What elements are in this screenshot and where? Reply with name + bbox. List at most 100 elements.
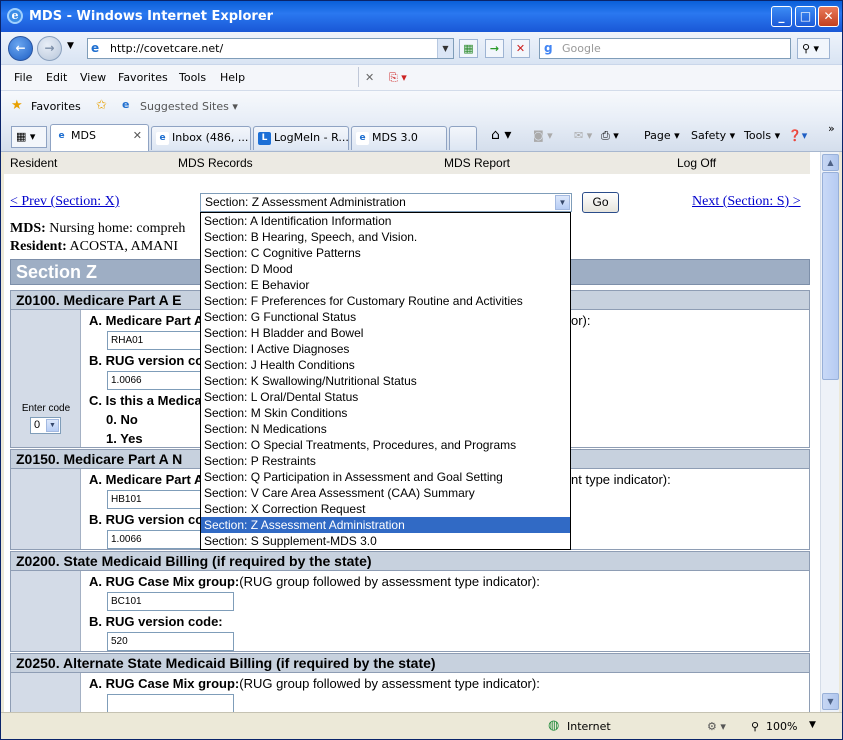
maximize-button[interactable]: □ bbox=[795, 6, 816, 27]
tools-menu[interactable]: Tools ▾ bbox=[744, 129, 780, 142]
dropdown-option[interactable]: Section: D Mood bbox=[201, 261, 570, 277]
close-tab-icon[interactable]: ✕ bbox=[133, 125, 142, 147]
prev-section-link[interactable]: < Prev (Section: X) bbox=[10, 194, 119, 210]
convert-pdf-icon[interactable]: ⎘ ▾ bbox=[389, 71, 407, 85]
z0100a-label: A. Medicare Part A bbox=[89, 313, 204, 328]
ie-logo-icon: e bbox=[7, 8, 23, 24]
dropdown-option[interactable]: Section: E Behavior bbox=[201, 277, 570, 293]
address-dropdown-icon[interactable]: ▼ bbox=[437, 39, 453, 58]
z0200a-desc: (RUG group followed by assessment type i… bbox=[239, 574, 540, 589]
chevron-more-icon[interactable]: » bbox=[828, 122, 835, 135]
recent-pages-dropdown-icon[interactable]: ▼ bbox=[67, 41, 74, 51]
next-section-link[interactable]: Next (Section: S) > bbox=[692, 194, 801, 210]
zoom-dropdown-icon[interactable]: ▼ bbox=[809, 720, 816, 730]
scroll-down-icon[interactable]: ▼ bbox=[822, 693, 839, 710]
chevron-down-icon[interactable]: ▼ bbox=[555, 195, 570, 210]
mds-value: Nursing home: compreh bbox=[45, 221, 186, 236]
menu-view[interactable]: View bbox=[80, 71, 106, 84]
favorites-button[interactable]: Favorites bbox=[31, 100, 81, 113]
tab-mds3[interactable]: e MDS 3.0 bbox=[351, 126, 447, 150]
scroll-thumb[interactable] bbox=[822, 172, 839, 380]
home-icon[interactable]: ⌂ ▾ bbox=[491, 127, 511, 143]
browser-window: e MDS - Windows Internet Explorer _ □ ✕ … bbox=[0, 0, 843, 740]
feeds-icon[interactable]: ◙ ▾ bbox=[533, 129, 553, 142]
code-select[interactable]: 0 ▼ bbox=[30, 417, 61, 434]
menu-tools[interactable]: Tools bbox=[179, 71, 206, 84]
tab-logmein[interactable]: L LogMeIn - R... bbox=[253, 126, 349, 150]
section-select[interactable]: Section: Z Assessment Administration ▼ bbox=[200, 193, 572, 212]
zoom-level[interactable]: 100% bbox=[766, 720, 797, 733]
close-x-icon[interactable]: ✕ bbox=[365, 71, 374, 84]
dropdown-option[interactable]: Section: I Active Diagnoses bbox=[201, 341, 570, 357]
suggested-sites[interactable]: Suggested Sites ▾ bbox=[140, 100, 238, 113]
z0200b-input[interactable]: 520 bbox=[107, 632, 234, 651]
compatibility-icon[interactable]: ▦ bbox=[459, 39, 478, 58]
dropdown-option[interactable]: Section: F Preferences for Customary Rou… bbox=[201, 293, 570, 309]
z0250a-desc: (RUG group followed by assessment type i… bbox=[239, 676, 540, 691]
page-menu[interactable]: Page ▾ bbox=[644, 129, 680, 142]
dropdown-option[interactable]: Section: N Medications bbox=[201, 421, 570, 437]
stop-icon[interactable]: ✕ bbox=[511, 39, 530, 58]
search-input[interactable]: g Google bbox=[539, 38, 791, 59]
vertical-scrollbar[interactable]: ▲ ▼ bbox=[820, 152, 839, 712]
forward-button[interactable]: → bbox=[37, 36, 62, 61]
minimize-button[interactable]: _ bbox=[771, 6, 792, 27]
item-body-z0250: A. RUG Case Mix group:(RUG group followe… bbox=[10, 673, 810, 712]
print-icon[interactable]: ⎙ ▾ bbox=[601, 129, 619, 143]
add-favorite-icon[interactable]: ✩ bbox=[96, 98, 107, 113]
section-select-value: Section: Z Assessment Administration bbox=[205, 195, 406, 209]
mds-info: MDS: Nursing home: compreh bbox=[10, 221, 185, 237]
tab-inbox[interactable]: e Inbox (486, ... bbox=[151, 126, 251, 150]
back-button[interactable]: ← bbox=[8, 36, 33, 61]
tab-mds[interactable]: e MDS ✕ bbox=[50, 124, 149, 151]
go-arrow-icon[interactable]: → bbox=[485, 39, 504, 58]
dropdown-option[interactable]: Section: G Functional Status bbox=[201, 309, 570, 325]
dropdown-option[interactable]: Section: M Skin Conditions bbox=[201, 405, 570, 421]
quick-tabs-button[interactable]: ▦ ▾ bbox=[11, 126, 47, 148]
dropdown-option[interactable]: Section: V Care Area Assessment (CAA) Su… bbox=[201, 485, 570, 501]
menu-favorites[interactable]: Favorites bbox=[118, 71, 168, 84]
dropdown-option[interactable]: Section: J Health Conditions bbox=[201, 357, 570, 373]
nav-resident[interactable]: Resident bbox=[10, 156, 57, 170]
nav-mds-report[interactable]: MDS Report bbox=[444, 156, 510, 170]
protected-mode-icon[interactable]: ⚙ ▾ bbox=[707, 720, 726, 733]
search-button[interactable]: ⚲ ▾ bbox=[797, 38, 830, 59]
mail-icon[interactable]: ✉ ▾ bbox=[574, 129, 592, 142]
option-no: 0. No bbox=[106, 412, 138, 427]
new-tab-button[interactable] bbox=[449, 126, 477, 150]
dropdown-option[interactable]: Section: P Restraints bbox=[201, 453, 570, 469]
nav-mds-records[interactable]: MDS Records bbox=[178, 156, 253, 170]
menu-edit[interactable]: Edit bbox=[46, 71, 67, 84]
menu-file[interactable]: File bbox=[14, 71, 32, 84]
code-column bbox=[11, 469, 81, 549]
window-title: MDS - Windows Internet Explorer bbox=[29, 9, 274, 24]
dropdown-option[interactable]: Section: C Cognitive Patterns bbox=[201, 245, 570, 261]
go-button[interactable]: Go bbox=[582, 192, 619, 213]
dropdown-option[interactable]: Section: Z Assessment Administration bbox=[201, 517, 570, 533]
z0100a-suffix: or): bbox=[571, 313, 591, 328]
chevron-down-icon[interactable]: ▼ bbox=[46, 419, 59, 432]
scroll-up-icon[interactable]: ▲ bbox=[822, 154, 839, 171]
dropdown-option[interactable]: Section: H Bladder and Bowel bbox=[201, 325, 570, 341]
address-bar[interactable]: e http://covetcare.net/ ▼ bbox=[87, 38, 454, 59]
dropdown-option[interactable]: Section: A Identification Information bbox=[201, 213, 570, 229]
z0150a-suffix: nt type indicator): bbox=[571, 472, 671, 487]
dropdown-option[interactable]: Section: K Swallowing/Nutritional Status bbox=[201, 373, 570, 389]
z0250a-input[interactable] bbox=[107, 694, 234, 712]
dropdown-option[interactable]: Section: X Correction Request bbox=[201, 501, 570, 517]
menu-separator bbox=[358, 67, 359, 87]
close-button[interactable]: ✕ bbox=[818, 6, 839, 27]
nav-log-off[interactable]: Log Off bbox=[677, 156, 716, 170]
resident-info: Resident: ACOSTA, AMANI bbox=[10, 239, 178, 255]
dropdown-option[interactable]: Section: S Supplement-MDS 3.0 bbox=[201, 533, 570, 549]
dropdown-option[interactable]: Section: B Hearing, Speech, and Vision. bbox=[201, 229, 570, 245]
z0200a-input[interactable]: BC101 bbox=[107, 592, 234, 611]
safety-menu[interactable]: Safety ▾ bbox=[691, 129, 735, 142]
help-icon[interactable]: ❓▾ bbox=[788, 129, 807, 142]
menu-help[interactable]: Help bbox=[220, 71, 245, 84]
dropdown-option[interactable]: Section: L Oral/Dental Status bbox=[201, 389, 570, 405]
dropdown-option[interactable]: Section: Q Participation in Assessment a… bbox=[201, 469, 570, 485]
code-value: 0 bbox=[34, 419, 41, 431]
dropdown-option[interactable]: Section: O Special Treatments, Procedure… bbox=[201, 437, 570, 453]
ie-tab-icon: e bbox=[156, 132, 169, 145]
